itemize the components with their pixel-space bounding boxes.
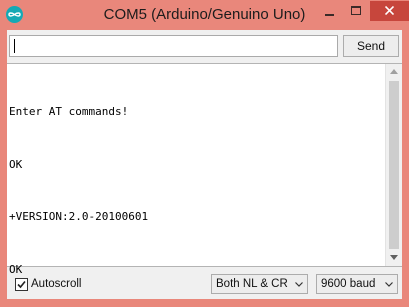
arrow-up-icon (390, 69, 398, 74)
close-button[interactable] (370, 1, 409, 21)
vertical-scrollbar[interactable] (385, 64, 402, 266)
maximize-icon (351, 6, 361, 15)
checkmark-icon (17, 280, 26, 289)
scroll-up-button[interactable] (386, 64, 402, 80)
chevron-down-icon (295, 282, 303, 287)
line-ending-select[interactable]: Both NL & CR (211, 274, 308, 294)
autoscroll-label: Autoscroll (31, 278, 82, 290)
output-line: OK (9, 157, 23, 171)
close-icon (385, 6, 394, 15)
autoscroll-checkbox[interactable] (15, 278, 28, 291)
serial-output[interactable]: Enter AT commands! OK +VERSION:2.0-20100… (7, 63, 402, 276)
send-button[interactable]: Send (343, 35, 399, 57)
bottom-bar: Autoscroll Both NL & CR 9600 baud (7, 270, 402, 299)
baud-rate-value: 9600 baud (321, 278, 376, 290)
minimize-icon (325, 14, 334, 16)
scroll-down-button[interactable] (386, 250, 402, 266)
serial-monitor-client: Send Enter AT commands! OK +VERSION:2.0-… (7, 30, 402, 299)
output-line: Enter AT commands! (9, 105, 129, 118)
minimize-button[interactable] (316, 1, 343, 21)
output-line: +VERSION:2.0-20100601 (9, 210, 149, 223)
chevron-down-icon (385, 282, 393, 287)
maximize-button[interactable] (343, 1, 370, 21)
baud-rate-select[interactable]: 9600 baud (316, 274, 398, 294)
scrollbar-thumb[interactable] (389, 81, 399, 249)
line-ending-value: Both NL & CR (216, 278, 288, 290)
command-input[interactable] (9, 35, 338, 57)
serial-monitor-window: COM5 (Arduino/Genuino Uno) Send Enter AT… (0, 0, 409, 307)
arrow-down-icon (390, 255, 398, 260)
title-bar[interactable]: COM5 (Arduino/Genuino Uno) (0, 0, 409, 30)
text-caret (14, 39, 15, 53)
